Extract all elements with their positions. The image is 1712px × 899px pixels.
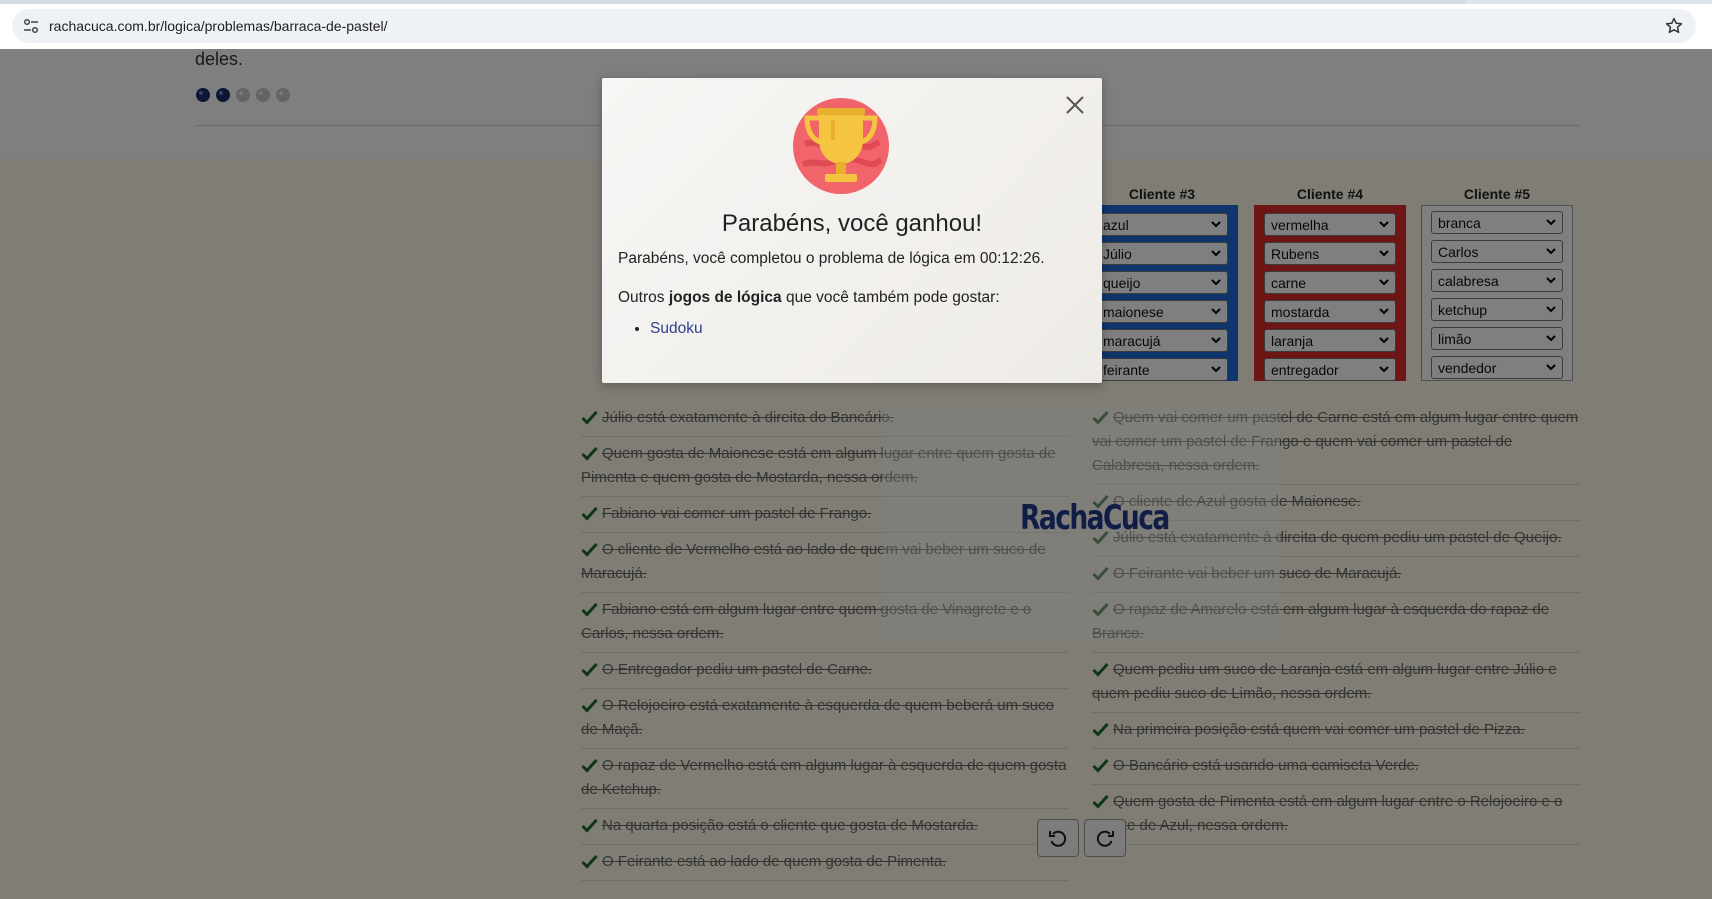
trophy-icon	[793, 98, 889, 194]
url-text[interactable]: rachacuca.com.br/logica/problemas/barrac…	[49, 18, 388, 34]
completion-message: Parabéns, você completou o problema de l…	[618, 250, 1045, 267]
victory-modal: Parabéns, você ganhou! Parabéns, você co…	[602, 78, 1102, 383]
active-tab-edge	[0, 0, 1466, 4]
star-icon[interactable]	[1664, 16, 1684, 36]
sudoku-link[interactable]: Sudoku	[650, 320, 703, 337]
recommendation-text: Outros jogos de lógica que você também p…	[618, 289, 1000, 306]
tune-icon[interactable]	[22, 17, 40, 35]
tab-strip	[0, 0, 1712, 4]
modal-title: Parabéns, você ganhou!	[721, 210, 983, 237]
browser-toolbar: rachacuca.com.br/logica/problemas/barrac…	[0, 0, 1712, 49]
recommendation-list: Sudoku	[618, 320, 703, 338]
address-bar[interactable]: rachacuca.com.br/logica/problemas/barrac…	[12, 9, 1696, 43]
list-item: Sudoku	[650, 320, 703, 338]
close-icon[interactable]	[1064, 94, 1086, 116]
